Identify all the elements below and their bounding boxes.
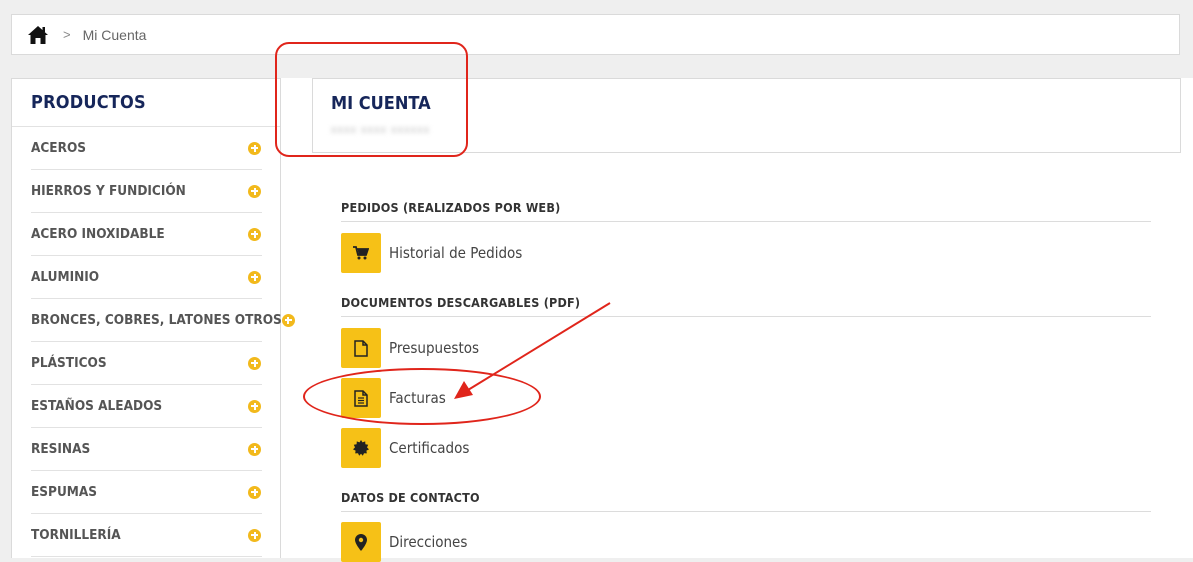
sidebar-item-bronces[interactable]: BRONCES, COBRES, LATONES OTROS <box>31 299 295 342</box>
sidebar-item-label: RESINAS <box>31 441 91 457</box>
sidebar-item-label: BRONCES, COBRES, LATONES OTROS <box>31 312 282 328</box>
location-pin-icon <box>341 522 381 562</box>
certificates-link[interactable]: Certificados <box>341 428 469 468</box>
sidebar-item-plasticos[interactable]: PLÁSTICOS <box>31 342 262 385</box>
addresses-link[interactable]: Direcciones <box>341 522 467 562</box>
document-icon <box>341 328 381 368</box>
certificate-icon <box>341 428 381 468</box>
breadcrumb-separator: > <box>63 27 71 42</box>
invoices-link[interactable]: Facturas <box>341 378 446 418</box>
sidebar-item-label: ALUMINIO <box>31 269 100 285</box>
account-username-redacted: xxxx xxxx xxxxxx <box>331 124 431 136</box>
cart-icon <box>341 233 381 273</box>
home-icon[interactable] <box>27 25 49 45</box>
sidebar-item-label: ESTAÑOS ALEADOS <box>31 398 163 414</box>
products-sidebar: PRODUCTOS ACEROS HIERROS Y FUNDICIÓN ACE… <box>11 78 295 558</box>
sidebar-item-resinas[interactable]: RESINAS <box>31 428 262 471</box>
sidebar-item-label: HIERROS Y FUNDICIÓN <box>31 183 186 199</box>
plus-circle-icon[interactable] <box>248 270 261 284</box>
sidebar-item-estanos[interactable]: ESTAÑOS ALEADOS <box>31 385 262 428</box>
quotes-link[interactable]: Presupuestos <box>341 328 479 368</box>
sidebar-item-label: PLÁSTICOS <box>31 355 107 371</box>
sidebar-title: PRODUCTOS <box>12 79 280 127</box>
sidebar-item-label: ACERO INOXIDABLE <box>31 226 165 242</box>
section-title-contact: DATOS DE CONTACTO <box>341 490 1151 512</box>
section-title-documents: DOCUMENTOS DESCARGABLES (PDF) <box>341 295 1151 317</box>
sidebar-item-tornilleria[interactable]: TORNILLERÍA <box>31 514 262 557</box>
action-label: Direcciones <box>389 533 468 551</box>
plus-circle-icon[interactable] <box>248 356 261 370</box>
sidebar-item-aluminio[interactable]: ALUMINIO <box>31 256 262 299</box>
plus-circle-icon[interactable] <box>248 184 261 198</box>
invoice-icon <box>341 378 381 418</box>
action-label: Certificados <box>389 439 470 457</box>
plus-circle-icon[interactable] <box>248 528 261 542</box>
sidebar-item-espumas[interactable]: ESPUMAS <box>31 471 262 514</box>
plus-circle-icon[interactable] <box>248 141 261 155</box>
sidebar-item-label: ACEROS <box>31 140 87 156</box>
section-title-orders: PEDIDOS (REALIZADOS POR WEB) <box>341 200 1151 222</box>
plus-circle-icon[interactable] <box>248 227 261 241</box>
breadcrumb: > Mi Cuenta <box>11 14 1180 55</box>
sidebar-item-hierros[interactable]: HIERROS Y FUNDICIÓN <box>31 170 262 213</box>
sidebar-item-aceros[interactable]: ACEROS <box>31 127 262 170</box>
plus-circle-icon[interactable] <box>248 442 261 456</box>
action-label: Presupuestos <box>389 339 480 357</box>
plus-circle-icon[interactable] <box>248 485 261 499</box>
action-label: Historial de Pedidos <box>389 244 523 262</box>
sidebar-item-acero-inoxidable[interactable]: ACERO INOXIDABLE <box>31 213 262 256</box>
sidebar-item-label: TORNILLERÍA <box>31 527 121 543</box>
sidebar-item-label: ESPUMAS <box>31 484 98 500</box>
account-header: MI CUENTA xxxx xxxx xxxxxx <box>312 78 1181 153</box>
breadcrumb-current: Mi Cuenta <box>82 26 147 43</box>
order-history-link[interactable]: Historial de Pedidos <box>341 233 522 273</box>
page-title: MI CUENTA <box>331 93 431 114</box>
plus-circle-icon[interactable] <box>248 399 261 413</box>
plus-circle-icon[interactable] <box>281 313 295 327</box>
action-label: Facturas <box>389 389 446 407</box>
